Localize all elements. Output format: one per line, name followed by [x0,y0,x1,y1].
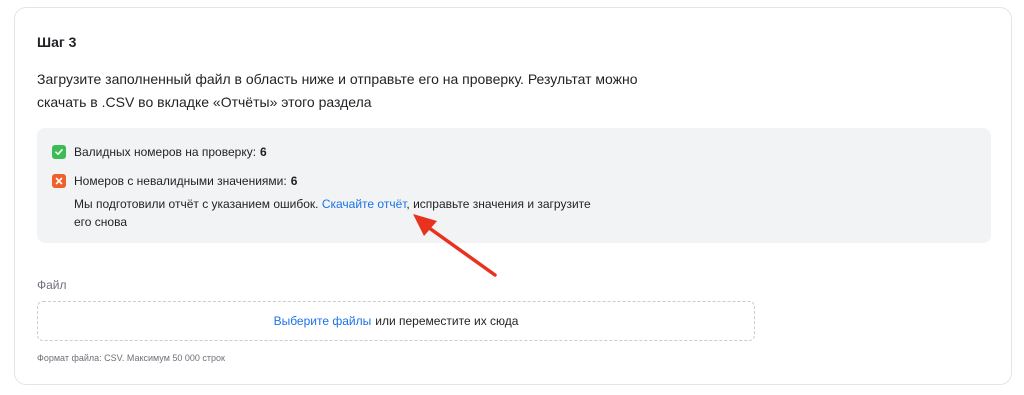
valid-numbers-count: 6 [260,145,267,159]
step-description: Загрузите заполненный файл в область ниж… [37,68,737,114]
valid-numbers-row: Валидных номеров на проверку: 6 [52,145,267,159]
invalid-numbers-count: 6 [290,174,298,188]
note-text-before: Мы подготовили отчёт с указанием ошибок. [74,197,322,211]
validation-results-panel: Валидных номеров на проверку: 6 Номеров … [37,128,991,243]
check-icon [52,145,66,159]
note-text-after: , исправьте значения и загрузите [406,197,591,211]
valid-numbers-label: Валидных номеров на проверку: [74,145,257,159]
error-report-note: Мы подготовили отчёт с указанием ошибок.… [74,195,634,231]
description-line-2: скачать в .CSV во вкладке «Отчёты» этого… [37,94,372,110]
step-title: Шаг 3 [37,34,77,50]
note-text-line-2: его снова [74,215,128,229]
download-report-link[interactable]: Скачайте отчёт [322,197,407,211]
invalid-numbers-row: Номеров с невалидными значениями: 6 [52,174,297,188]
invalid-numbers-label: Номеров с невалидными значениями: [74,174,287,188]
file-field-label: Файл [37,278,67,292]
upload-step-card: Шаг 3 Загрузите заполненный файл в облас… [14,7,1012,385]
file-dropzone[interactable]: Выберите файлы или переместите их сюда [37,301,755,341]
cross-icon [52,174,66,188]
file-format-hint: Формат файла: CSV. Максимум 50 000 строк [37,353,225,363]
choose-files-link[interactable]: Выберите файлы [274,314,372,328]
dropzone-text: или переместите их сюда [375,314,519,328]
description-line-1: Загрузите заполненный файл в область ниж… [37,71,638,87]
